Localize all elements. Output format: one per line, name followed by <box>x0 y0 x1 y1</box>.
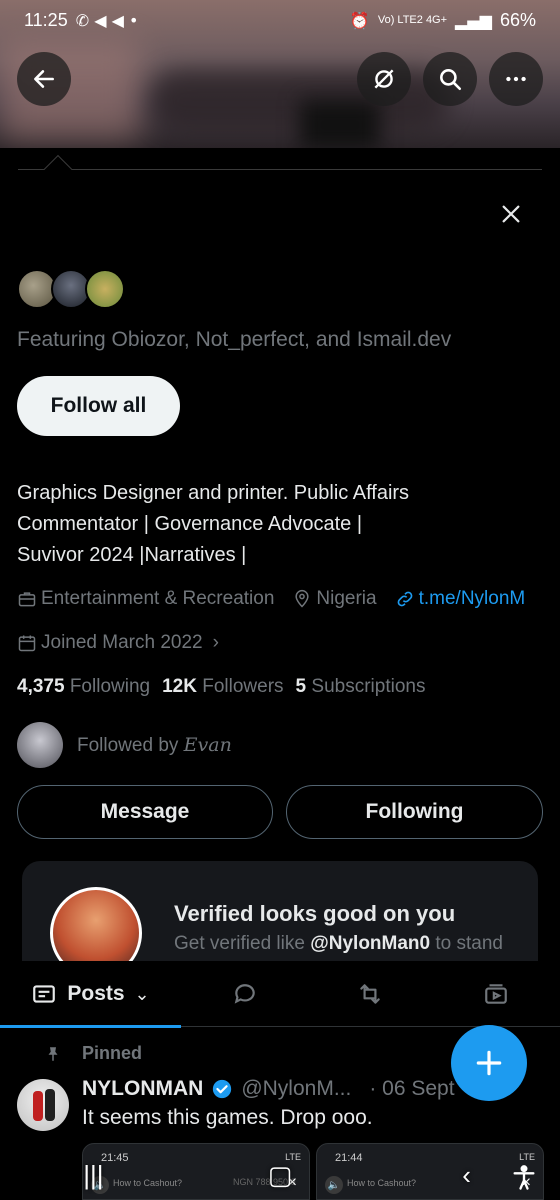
following-button[interactable]: Following <box>286 785 543 839</box>
search-icon <box>440 69 462 91</box>
post-author-handle[interactable]: @NylonM... <box>241 1077 351 1101</box>
profile-bio: Graphics Designer and printer. Public Af… <box>17 478 537 571</box>
follow-all-button[interactable]: Follow all <box>17 376 180 436</box>
verified-badge-icon <box>213 1079 232 1099</box>
tab-posts[interactable]: Posts ⌄ <box>0 961 181 1028</box>
battery-level: 66% <box>499 9 536 30</box>
back-button[interactable] <box>17 52 71 106</box>
avatar[interactable] <box>85 269 125 309</box>
bio-line: Graphics Designer and printer. Public Af… <box>17 482 410 504</box>
chevron-right-icon: › <box>212 632 219 653</box>
profile-location: Nigeria <box>292 588 377 610</box>
briefcase-icon <box>18 592 36 607</box>
repost-icon <box>360 984 380 1004</box>
panel-notch <box>43 154 73 184</box>
followers-count-link[interactable]: 12K Followers <box>162 676 283 698</box>
compose-button[interactable] <box>451 1025 527 1101</box>
accessibility-icon[interactable] <box>506 1160 542 1196</box>
featuring-text: Featuring Obiozor, Not_perfect, and Isma… <box>17 328 452 351</box>
joined-date: Joined March 2022 › <box>17 632 219 654</box>
post-text: It seems this games. Drop ooo. <box>82 1106 373 1129</box>
profile-meta: Entertainment & Recreation Nigeria t.me/… <box>17 588 525 610</box>
joined-row[interactable]: Joined March 2022 › <box>17 632 219 654</box>
more-button[interactable] <box>489 52 543 106</box>
reply-icon <box>234 984 255 1004</box>
avatar <box>50 887 142 961</box>
bio-line: Suvivor 2024 |Narratives | <box>17 544 247 566</box>
following-count-link[interactable]: 4,375 Following <box>17 676 150 698</box>
tab-replies[interactable] <box>205 961 285 1027</box>
profile-link[interactable]: t.me/NylonM <box>395 588 525 610</box>
subscriptions-count-link[interactable]: 5 Subscriptions <box>296 676 426 698</box>
post-header: NYLONMAN @NylonM... · 06 Sept <box>82 1077 455 1101</box>
notification-icons: ✆ ◀ ◀ • <box>75 10 139 30</box>
post-media-thumbnail[interactable]: 21:45 LTE 🔈 How to Cashout? NGN 788,950.… <box>82 1143 310 1200</box>
bio-line: Commentator | Governance Advocate | <box>17 513 363 535</box>
tab-media[interactable] <box>456 961 536 1027</box>
pinned-label: Pinned <box>44 1043 142 1064</box>
alarm-icon: ⏰ <box>349 10 370 30</box>
location-pin-icon <box>295 589 309 608</box>
no-notifications-icon <box>374 69 394 89</box>
signal-icon: ▂▄▆ <box>455 10 492 30</box>
network-indicator: Vo) LTE2 4G+ <box>377 13 448 26</box>
followed-by-name: Evan <box>183 733 232 756</box>
avatar[interactable] <box>17 1079 69 1131</box>
search-button[interactable] <box>423 52 477 106</box>
suggested-avatars[interactable] <box>17 269 127 311</box>
close-icon <box>502 205 520 223</box>
followed-by[interactable]: Followed by Evan <box>17 722 232 768</box>
post-author-name[interactable]: NYLONMAN <box>82 1077 203 1101</box>
chevron-down-icon: ⌄ <box>134 983 150 1004</box>
profile-category: Entertainment & Recreation <box>17 588 274 610</box>
verified-promo-card[interactable]: Verified looks good on you Get verified … <box>22 861 538 961</box>
tab-underline <box>0 1025 181 1028</box>
status-bar: 11:25 ✆ ◀ ◀ • ⏰ Vo) LTE2 4G+ ▂▄▆ 66% <box>0 0 560 40</box>
panel-divider <box>18 169 542 170</box>
verified-subtitle: Get verified like @NylonMan0 to stand <box>174 933 503 954</box>
pin-icon <box>48 1046 58 1061</box>
speaker-icon: 🔈 <box>91 1176 109 1194</box>
close-panel-button[interactable] <box>494 197 528 231</box>
avatar <box>17 722 63 768</box>
tab-reposts[interactable] <box>330 961 410 1027</box>
profile-tabs: Posts ⌄ <box>0 961 560 1028</box>
plus-icon <box>476 1050 502 1076</box>
more-icon <box>506 76 526 82</box>
speaker-icon: 🔈 <box>325 1176 343 1194</box>
video-icon <box>485 984 507 1004</box>
arrow-left-icon <box>34 70 54 88</box>
verified-title: Verified looks good on you <box>174 901 456 926</box>
message-button[interactable]: Message <box>17 785 273 839</box>
calendar-icon <box>18 635 36 652</box>
link-icon <box>397 591 412 607</box>
post-date: · 06 Sept <box>369 1077 455 1100</box>
close-icon: × <box>287 1174 297 1191</box>
notifications-off-button[interactable] <box>357 52 411 106</box>
status-time: 11:25 <box>24 9 68 30</box>
posts-icon <box>33 985 56 1003</box>
follow-counts: 4,375 Following 12K Followers 5 Subscrip… <box>17 676 425 698</box>
